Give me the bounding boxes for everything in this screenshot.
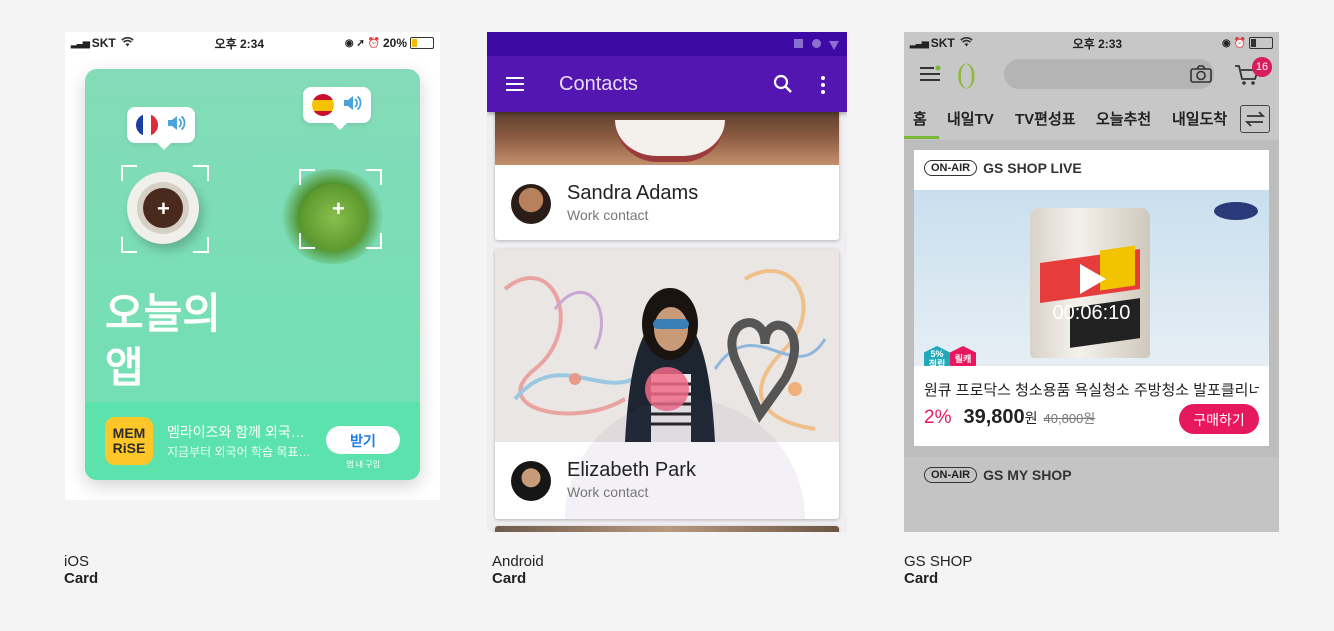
price-unit: 원 <box>1024 410 1038 426</box>
card-headline: 오늘의 앱 <box>105 287 221 395</box>
wifi-icon <box>120 36 134 50</box>
contact-card[interactable]: Elizabeth Park Work contact <box>495 249 839 519</box>
ios-caption: iOS Card <box>64 553 98 587</box>
tab-home[interactable]: 홈 <box>913 108 927 129</box>
play-icon[interactable] <box>1078 262 1108 301</box>
menu-icon[interactable] <box>505 76 525 97</box>
contact-card[interactable] <box>495 526 839 532</box>
product-title[interactable]: 원큐 프로닥스 청소용품 욕실청소 주방청소 발포클리너 <box>924 379 1259 400</box>
gs-shop-screen: ▂▃▅ SKT 오후 2:33 ◉ ⏰ () 16 홈 내일TV TV편성표 오… <box>904 32 1279 532</box>
headline-line-1: 오늘의 <box>105 290 221 337</box>
time-label: 오후 2:33 <box>1072 36 1123 51</box>
app-icon-text-1: MEM <box>112 425 146 441</box>
avatar <box>511 461 551 501</box>
gs-header: ▂▃▅ SKT 오후 2:33 ◉ ⏰ () 16 홈 내일TV TV편성표 오… <box>904 32 1279 140</box>
alarm-icon: ◉ ⏰ <box>1222 37 1246 49</box>
live-header: ON-AIR GS SHOP LIVE <box>924 160 1082 176</box>
tag-badge: 릴캐 <box>950 346 976 366</box>
live-product-card[interactable]: ON-AIR GS SHOP LIVE 00:06:10 5% 적립 릴캐 원큐… <box>914 150 1269 446</box>
caption-platform: Android <box>492 553 544 570</box>
spanish-speech-bubble <box>303 87 371 130</box>
avatar <box>511 184 551 224</box>
memrise-app-icon: MEM RiSE <box>105 417 153 465</box>
tab-tomorrow-delivery[interactable]: 내일도착 <box>1172 108 1227 129</box>
caption-component: Card <box>904 570 939 587</box>
location-icon: ◉ ➚ ⏰ <box>344 37 380 49</box>
camera-icon[interactable] <box>1190 65 1212 88</box>
france-flag-icon <box>136 114 158 136</box>
menu-icon[interactable] <box>919 65 941 88</box>
buy-button[interactable]: 구매하기 <box>1179 404 1259 434</box>
video-timer: 00:06:10 <box>1052 302 1131 324</box>
sale-price: 39,800 <box>963 406 1025 428</box>
speaker-icon <box>166 114 186 137</box>
active-tab-indicator <box>904 136 939 139</box>
battery-label: 20% <box>382 36 407 50</box>
next-live-section[interactable]: ON-AIR GS MY SHOP <box>904 457 1279 532</box>
tab-tomorrow-tv[interactable]: 내일TV <box>947 108 994 129</box>
ios-status-bar: ▂▃▅ SKT 오후 2:34 ◉ ➚ ⏰ 20% <box>65 32 440 54</box>
price-row: 2% 39,800 원 40,800원 <box>924 406 1095 429</box>
caption-platform: GS SHOP <box>904 553 973 570</box>
caption-platform: iOS <box>64 553 90 570</box>
tab-today-pick[interactable]: 오늘추천 <box>1096 108 1151 129</box>
battery-icon <box>1249 37 1273 49</box>
battery-icon <box>794 39 803 48</box>
original-price: 40,800원 <box>1043 411 1096 426</box>
android-caption: Android Card <box>492 553 544 587</box>
app-name: 멤라이즈와 함께 외국… <box>167 424 305 440</box>
wifi-icon <box>959 36 973 50</box>
android-status-bar <box>487 32 847 56</box>
gs-caption: GS SHOP Card <box>904 553 972 587</box>
battery-icon <box>410 37 434 49</box>
ios-screen: ▂▃▅ SKT 오후 2:34 ◉ ➚ ⏰ 20% + + 오늘의 앱 MEM … <box>65 32 440 500</box>
app-bar-title: Contacts <box>559 73 638 95</box>
time-label: 오후 2:34 <box>214 36 265 51</box>
discount-rate: 2% <box>924 407 952 428</box>
wifi-icon <box>812 39 821 48</box>
tab-tv-schedule[interactable]: TV편성표 <box>1015 108 1076 129</box>
app-icon-text-2: RiSE <box>112 440 146 456</box>
next-live-header: ON-AIR GS MY SHOP <box>924 467 1072 483</box>
live-video[interactable]: 00:06:10 5% 적립 릴캐 <box>914 190 1269 366</box>
on-air-badge: ON-AIR <box>924 160 978 176</box>
in-app-purchase-note: 앱 내 구입 <box>346 460 380 469</box>
carrier-label: SKT <box>91 36 116 50</box>
today-app-card[interactable]: + + 오늘의 앱 MEM RiSE 멤라이즈와 함께 외국… 지금부터 외국어 … <box>85 69 420 480</box>
cart-count-badge: 16 <box>1252 57 1272 77</box>
contact-subtitle: Work contact <box>567 207 649 223</box>
more-options-icon[interactable] <box>820 75 826 100</box>
on-air-badge: ON-AIR <box>924 467 978 483</box>
gs-logo-icon[interactable]: () <box>957 59 976 91</box>
signal-icon: ▂▃▅ <box>910 37 929 48</box>
signal-icon <box>829 38 839 50</box>
gs-status-bar: ▂▃▅ SKT 오후 2:33 ◉ ⏰ <box>904 32 1279 54</box>
contact-subtitle: Work contact <box>567 484 649 500</box>
speaker-icon <box>342 94 362 117</box>
get-button[interactable]: 받기 <box>326 426 400 454</box>
contact-card[interactable]: Sandra Adams Work contact <box>495 92 839 240</box>
caption-component: Card <box>492 570 527 587</box>
brand-logo-icon <box>1214 202 1258 220</box>
points-badge: 5% 적립 <box>924 346 950 366</box>
spain-flag-icon <box>312 94 334 116</box>
app-description: 지금부터 외국어 학습 목표… <box>167 445 311 459</box>
carrier-label: SKT <box>930 36 955 50</box>
contact-name: Elizabeth Park <box>567 459 696 481</box>
caption-component: Card <box>64 570 99 587</box>
search-icon[interactable] <box>773 74 793 99</box>
signal-icon: ▂▃▅ <box>71 37 90 48</box>
app-bar: Contacts <box>487 56 847 112</box>
channel-name: GS MY SHOP <box>983 467 1072 483</box>
headline-line-2: 앱 <box>105 344 144 391</box>
channel-name: GS SHOP LIVE <box>983 160 1082 176</box>
android-screen: Contacts Sandra Adams Work contact Eliza… <box>487 32 847 532</box>
switch-icon[interactable] <box>1240 105 1270 133</box>
french-speech-bubble <box>127 107 195 150</box>
search-input[interactable] <box>1004 59 1214 89</box>
contact-name: Sandra Adams <box>567 182 699 204</box>
app-info-bar: MEM RiSE 멤라이즈와 함께 외국… 지금부터 외국어 학습 목표… 받기 … <box>85 402 420 480</box>
